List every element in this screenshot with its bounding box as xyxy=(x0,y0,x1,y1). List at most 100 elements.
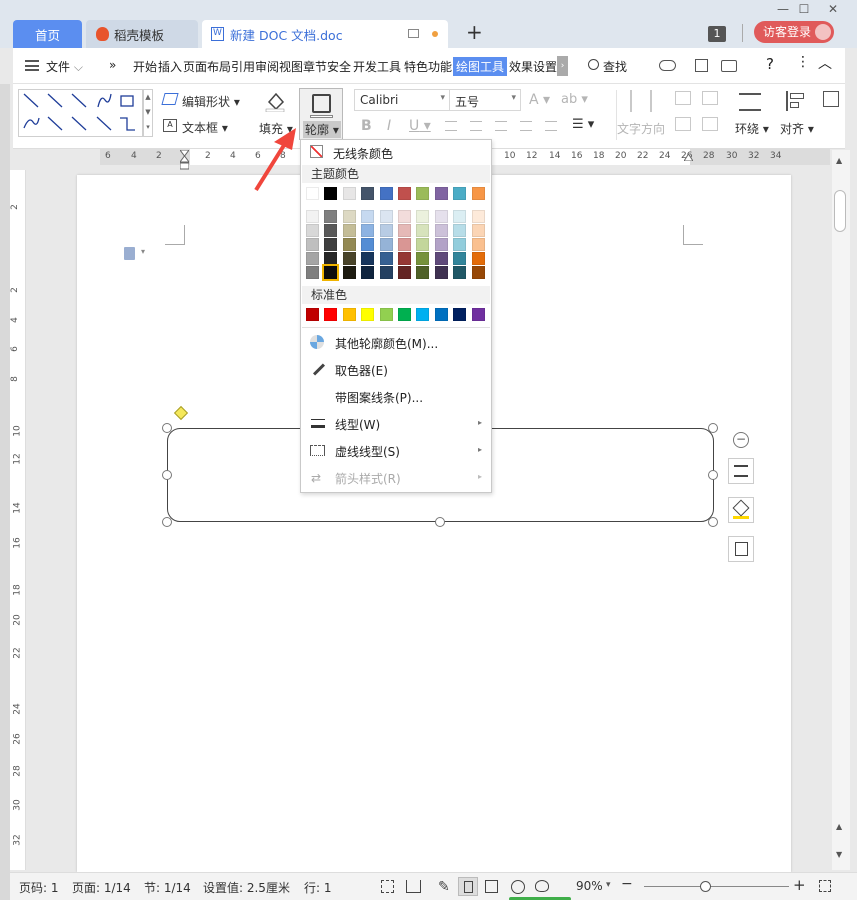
color-swatch[interactable] xyxy=(416,266,430,279)
color-swatch[interactable] xyxy=(453,308,467,321)
color-swatch[interactable] xyxy=(324,308,338,321)
color-swatch[interactable] xyxy=(324,224,338,237)
font-name-select[interactable]: Calibri ▾ xyxy=(354,89,450,111)
help-button[interactable]: ? xyxy=(766,55,774,73)
color-swatch[interactable] xyxy=(434,224,448,237)
more-colors-item[interactable]: 其他轮廓颜色(M)... xyxy=(302,332,490,354)
search-label[interactable]: 查找 xyxy=(603,58,627,75)
document-nav-icon[interactable] xyxy=(124,247,135,260)
color-swatch[interactable] xyxy=(361,308,375,321)
font-color-button[interactable]: A ▾ xyxy=(529,92,550,108)
no-line-item[interactable]: 无线条颜色 xyxy=(302,142,490,163)
bold-button[interactable]: B xyxy=(361,118,372,134)
color-swatch[interactable] xyxy=(306,210,319,223)
color-swatch[interactable] xyxy=(416,238,430,251)
search-icon[interactable] xyxy=(588,59,599,70)
edit-shape-button[interactable]: 编辑形状 ▾ xyxy=(182,93,240,110)
share-icon[interactable] xyxy=(695,59,708,72)
color-swatch[interactable] xyxy=(379,187,393,200)
layout-options-button[interactable] xyxy=(728,458,754,484)
color-swatch[interactable] xyxy=(416,210,430,223)
menu-layout[interactable]: 页面布局 xyxy=(183,58,231,75)
color-swatch[interactable] xyxy=(324,187,338,200)
collapse-toolbar-icon[interactable]: − xyxy=(733,432,749,448)
color-swatch[interactable] xyxy=(416,252,430,265)
outline-shortcut-button[interactable] xyxy=(728,536,754,562)
next-page-icon[interactable]: ▼ xyxy=(836,850,842,859)
new-tab-button[interactable]: + xyxy=(466,20,483,44)
cloud-icon[interactable] xyxy=(659,60,676,71)
menu-more[interactable]: » xyxy=(109,58,116,72)
text-align-bottom-icon[interactable] xyxy=(675,117,691,131)
eye-protection-icon[interactable] xyxy=(535,880,549,892)
login-button[interactable]: 访客登录 xyxy=(754,21,834,43)
color-swatch[interactable] xyxy=(342,252,356,265)
shape-gallery[interactable] xyxy=(18,89,143,137)
color-swatch[interactable] xyxy=(324,210,338,223)
align-button[interactable]: 对齐 ▾ xyxy=(780,120,814,137)
color-swatch[interactable] xyxy=(306,224,319,237)
color-swatch[interactable] xyxy=(324,252,338,265)
close-button[interactable]: ✕ xyxy=(824,1,842,17)
tab-count-badge[interactable]: 1 xyxy=(708,26,726,42)
menu-effects[interactable]: 效果设置 xyxy=(509,58,557,75)
color-swatch[interactable] xyxy=(342,266,356,279)
color-swatch[interactable] xyxy=(361,238,375,251)
group-icon[interactable] xyxy=(823,91,839,107)
zoom-level[interactable]: 90% xyxy=(576,879,603,893)
scroll-right-button[interactable]: › xyxy=(557,56,568,76)
tab-document[interactable]: W 新建 DOC 文档.doc xyxy=(202,20,448,48)
color-swatch[interactable] xyxy=(434,266,448,279)
menu-chapter[interactable]: 章节 xyxy=(303,58,327,75)
color-swatch[interactable] xyxy=(398,187,411,200)
color-swatch[interactable] xyxy=(434,210,448,223)
right-indent-marker-icon[interactable] xyxy=(684,153,693,161)
maximize-button[interactable]: ☐ xyxy=(795,1,813,17)
color-swatch[interactable] xyxy=(379,252,393,265)
color-swatch[interactable] xyxy=(306,187,319,200)
color-swatch[interactable] xyxy=(342,308,356,321)
eyedropper-item[interactable]: 取色器(E) xyxy=(302,359,490,381)
pen-icon[interactable]: ✎ xyxy=(438,879,450,895)
prev-page-icon[interactable]: ▲ xyxy=(836,822,842,831)
color-swatch[interactable] xyxy=(416,187,430,200)
color-swatch[interactable] xyxy=(379,308,393,321)
color-swatch[interactable] xyxy=(361,224,375,237)
color-swatch[interactable] xyxy=(306,308,319,321)
color-swatch[interactable] xyxy=(453,266,467,279)
zoom-slider-thumb[interactable] xyxy=(700,881,711,892)
text-box-button[interactable]: 文本框 ▾ xyxy=(182,119,228,136)
zoom-out-button[interactable]: − xyxy=(621,876,633,892)
text-link-icon[interactable] xyxy=(702,91,718,105)
web-view-icon[interactable] xyxy=(511,880,525,894)
color-swatch[interactable] xyxy=(471,238,485,251)
menu-security[interactable]: 安全 xyxy=(327,58,351,75)
color-swatch[interactable] xyxy=(416,224,430,237)
resize-handle[interactable] xyxy=(162,423,172,433)
color-swatch[interactable] xyxy=(398,252,411,265)
color-swatch[interactable] xyxy=(453,238,467,251)
color-swatch[interactable] xyxy=(342,224,356,237)
page-count[interactable]: 页面: 1/14 xyxy=(72,879,131,896)
color-swatch[interactable] xyxy=(379,266,393,279)
color-swatch[interactable] xyxy=(471,224,485,237)
row-info[interactable]: 行: 1 xyxy=(304,879,332,896)
outline-button[interactable]: 轮廓 ▾ xyxy=(299,88,343,140)
justify-icon[interactable] xyxy=(520,121,532,131)
menu-reference[interactable]: 引用 xyxy=(231,58,255,75)
resize-handle[interactable] xyxy=(708,517,718,527)
scrollbar-thumb[interactable] xyxy=(834,190,846,232)
fullscreen-icon[interactable] xyxy=(381,880,394,893)
color-swatch[interactable] xyxy=(471,187,485,200)
wrap-button[interactable]: 环绕 ▾ xyxy=(735,120,769,137)
indent-marker-icon[interactable] xyxy=(180,150,189,170)
line-type-item[interactable]: 线型(W) ▸ xyxy=(302,413,490,435)
color-swatch[interactable] xyxy=(434,308,448,321)
line-spacing-button[interactable]: ☰ ▾ xyxy=(572,117,594,132)
menu-view[interactable]: 视图 xyxy=(279,58,303,75)
menu-review[interactable]: 审阅 xyxy=(255,58,279,75)
zoom-in-button[interactable]: + xyxy=(793,876,806,894)
page-view-icon[interactable] xyxy=(458,877,478,896)
color-swatch[interactable] xyxy=(342,187,356,200)
menu-features[interactable]: 特色功能 xyxy=(404,58,452,75)
